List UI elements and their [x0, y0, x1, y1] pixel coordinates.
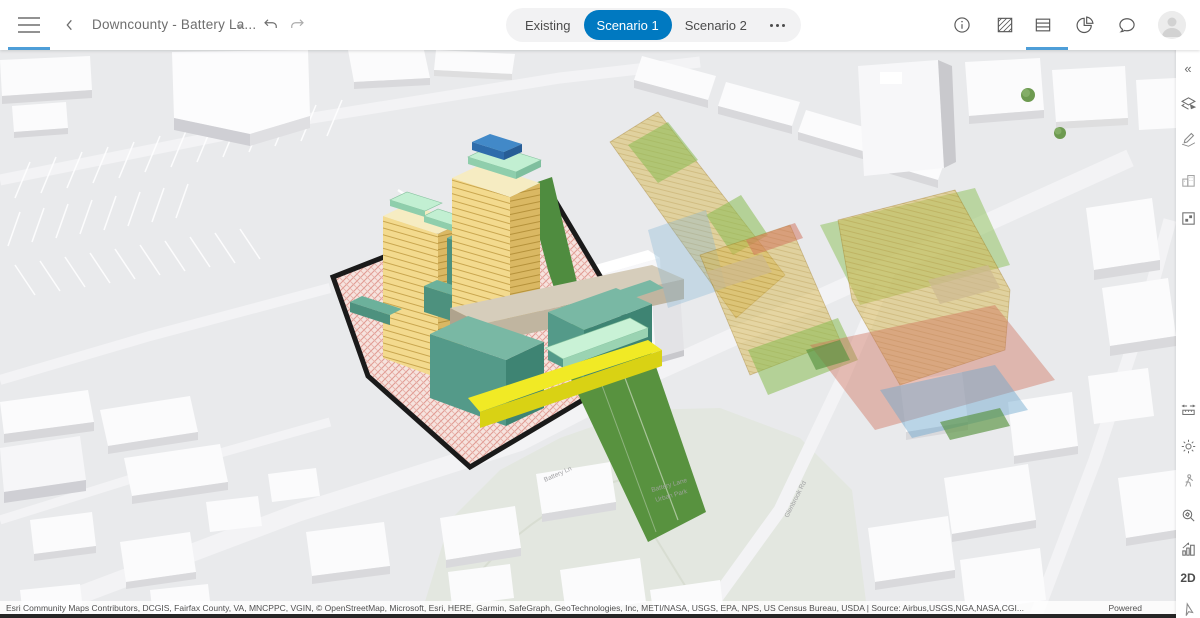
redo-button[interactable] [286, 14, 308, 36]
measure-button[interactable] [1178, 400, 1198, 418]
ellipsis-icon [769, 23, 773, 27]
bottom-edge-strip [0, 614, 1176, 618]
tab-scenario-2[interactable]: Scenario 2 [672, 10, 760, 40]
tab-existing[interactable]: Existing [512, 10, 584, 40]
view-mode-2d-button[interactable]: 2D [1178, 571, 1198, 585]
chevron-left-icon [66, 19, 72, 31]
powered-by-text: Powered [1108, 602, 1142, 613]
capacity-metrics-button[interactable] [1178, 540, 1198, 558]
menu-button[interactable] [16, 14, 42, 36]
north-pointer-icon [1185, 601, 1194, 616]
zoning-overlay-button[interactable] [994, 14, 1016, 36]
grid-square-icon [1181, 211, 1195, 225]
table-active-underline [1026, 47, 1068, 50]
info-button[interactable] [951, 14, 973, 36]
title-dropdown-button[interactable] [232, 18, 248, 34]
right-tool-sidebar: « 2D [1176, 50, 1200, 618]
hatched-square-icon [997, 17, 1013, 33]
scenario-tabs: Existing Scenario 1 Scenario 2 [506, 8, 801, 42]
map-viewport[interactable]: Battery Ln Battery Lane Urban Park Glenb… [0, 50, 1176, 618]
account-avatar[interactable] [1158, 11, 1186, 39]
plans-button[interactable] [1178, 94, 1198, 112]
attribution-text: Esri Community Maps Contributors, DCGIS,… [6, 602, 1024, 613]
map-attribution-bar: Esri Community Maps Contributors, DCGIS,… [0, 601, 1176, 614]
undo-icon [264, 19, 277, 28]
daylight-button[interactable] [1178, 437, 1198, 455]
comments-button[interactable] [1116, 14, 1138, 36]
chart-buildings-icon [1181, 541, 1195, 556]
pedestrian-view-button[interactable] [1178, 472, 1198, 490]
map-3d-scene[interactable]: Battery Ln Battery Lane Urban Park Glenb… [0, 50, 1176, 618]
charts-button[interactable] [1074, 14, 1096, 36]
modify-space-button[interactable] [1178, 209, 1198, 227]
magnifier-area-icon [1182, 509, 1195, 522]
zoom-area-button[interactable] [1178, 506, 1198, 524]
plans-map-icon [1180, 96, 1196, 110]
edit-sketch-button[interactable] [1178, 129, 1198, 147]
menu-active-underline [8, 47, 50, 50]
avatar-person-icon [1158, 11, 1186, 39]
arcgis-urban-app: Battery Ln Battery Lane Urban Park Glenb… [0, 0, 1200, 618]
menu-icon [18, 17, 40, 33]
tab-scenario-1[interactable]: Scenario 1 [583, 10, 672, 40]
compass-north-button[interactable] [1178, 600, 1198, 618]
caret-down-icon [236, 24, 244, 29]
table-rows-icon [1035, 18, 1051, 32]
back-button[interactable] [58, 13, 82, 37]
sun-icon [1181, 439, 1195, 453]
data-table-button[interactable] [1032, 14, 1054, 36]
walking-person-icon [1184, 473, 1193, 487]
top-app-bar: Downcounty - Battery La... Existing Scen… [0, 0, 1200, 50]
buildings-icon [1181, 174, 1195, 187]
collapse-panel-button[interactable]: « [1178, 58, 1198, 78]
speech-bubble-icon [1119, 18, 1135, 33]
pencil-layers-icon [1181, 132, 1195, 147]
buildings-button[interactable] [1178, 171, 1198, 189]
redo-icon [291, 19, 304, 28]
info-icon [954, 17, 970, 33]
measure-ruler-icon [1180, 404, 1196, 415]
pie-chart-icon [1076, 16, 1094, 34]
undo-button[interactable] [260, 14, 282, 36]
more-scenarios-button[interactable] [760, 23, 795, 27]
